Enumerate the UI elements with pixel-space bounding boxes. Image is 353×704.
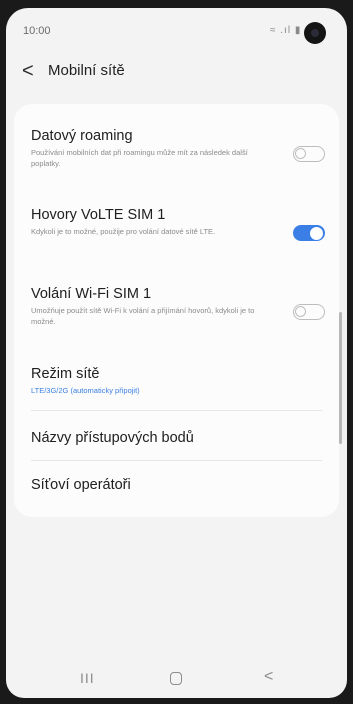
toggle-knob: [295, 306, 306, 317]
setting-title: Hovory VoLTE SIM 1: [31, 207, 166, 223]
back-nav-icon[interactable]: <: [264, 668, 273, 686]
navigation-bar: III <: [6, 658, 347, 698]
page-title: Mobilní sítě: [48, 62, 125, 79]
setting-value: LTE/3G/2G (automaticky připojit): [31, 386, 140, 395]
recents-icon[interactable]: III: [80, 670, 95, 686]
app-header: < Mobilní sítě: [6, 54, 347, 94]
data-roaming-toggle[interactable]: [293, 146, 325, 162]
setting-volte[interactable]: Hovory VoLTE SIM 1 Kdykoli je to možné, …: [14, 207, 339, 267]
home-icon[interactable]: [170, 672, 182, 685]
status-time: 10:00: [23, 25, 51, 37]
status-bar: 10:00 ≈ .ıl ▮: [6, 8, 347, 44]
divider: [31, 460, 322, 461]
scrollbar[interactable]: [339, 312, 342, 444]
wifi-calling-toggle[interactable]: [293, 304, 325, 320]
setting-data-roaming[interactable]: Datový roaming Používání mobilních dat p…: [14, 128, 339, 188]
volte-toggle[interactable]: [293, 225, 325, 241]
setting-network-mode[interactable]: Režim sítě LTE/3G/2G (automaticky připoj…: [14, 366, 339, 402]
setting-title: Názvy přístupových bodů: [31, 430, 194, 446]
setting-subtitle: Umožňuje použít sítě Wi-Fi k volání a př…: [31, 306, 255, 326]
setting-title: Datový roaming: [31, 128, 133, 144]
setting-apn[interactable]: Názvy přístupových bodů: [14, 430, 339, 452]
back-arrow-icon[interactable]: <: [22, 60, 40, 84]
setting-network-operators[interactable]: Síťoví operátoři: [14, 477, 339, 499]
setting-subtitle: Kdykoli je to možné, použije pro volání …: [31, 227, 216, 236]
setting-title: Volání Wi-Fi SIM 1: [31, 286, 152, 302]
divider: [31, 410, 322, 411]
toggle-knob: [310, 226, 323, 240]
front-camera-icon: [304, 22, 326, 44]
setting-title: Režim sítě: [31, 366, 100, 382]
settings-card: Datový roaming Používání mobilních dat p…: [14, 104, 339, 517]
status-icons: ≈ .ıl ▮: [270, 25, 302, 36]
toggle-knob: [295, 148, 306, 159]
phone-screen: 10:00 ≈ .ıl ▮ < Mobilní sítě Datový roam…: [6, 8, 347, 698]
setting-wifi-calling[interactable]: Volání Wi-Fi SIM 1 Umožňuje použít sítě …: [14, 286, 339, 346]
setting-subtitle: Používání mobilních dat při roamingu můž…: [31, 148, 248, 168]
setting-title: Síťoví operátoři: [31, 477, 131, 493]
